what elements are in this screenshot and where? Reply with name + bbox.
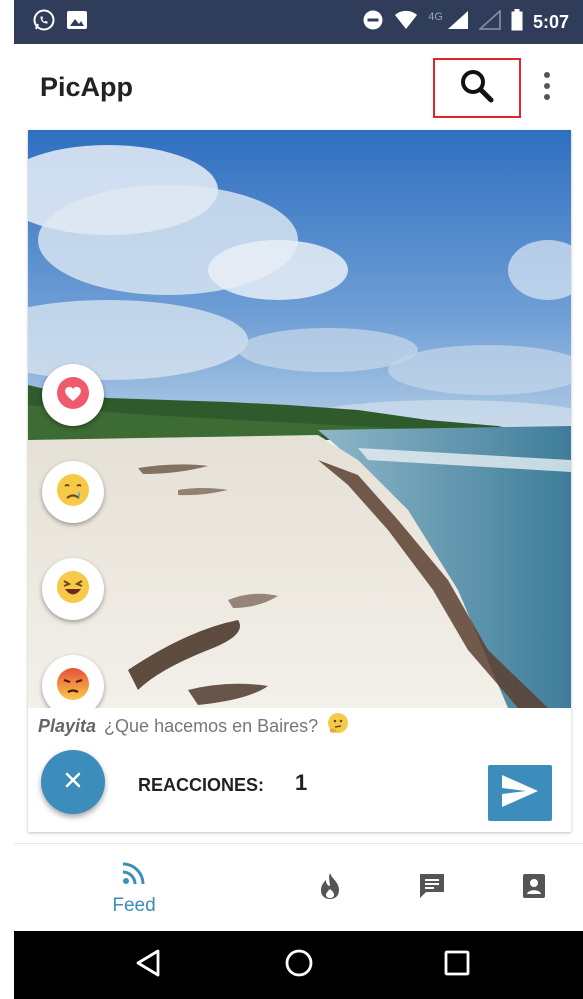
signal-icon [447, 10, 469, 35]
home-button[interactable] [279, 945, 319, 985]
beach-photo [28, 130, 571, 708]
nav-item-trending[interactable] [300, 844, 360, 932]
network-type: 4G [428, 11, 443, 23]
search-button[interactable] [433, 58, 521, 118]
rss-icon [121, 860, 147, 891]
send-icon [500, 773, 540, 814]
recents-icon [443, 949, 471, 982]
thinking-face-icon [326, 712, 350, 741]
dnd-icon [362, 9, 384, 36]
status-time: 5:07 [532, 11, 569, 32]
contact-icon [520, 872, 548, 905]
send-button[interactable] [488, 765, 552, 821]
nav-item-profile[interactable] [504, 844, 564, 932]
heart-icon [55, 375, 91, 416]
whatsapp-icon [32, 8, 56, 37]
post-photo[interactable] [28, 130, 571, 708]
more-vert-icon [542, 69, 552, 108]
post-caption: Playita ¿Que hacemos en Baires? [38, 712, 350, 741]
signal-empty-icon [477, 8, 501, 35]
laughing-reaction[interactable] [42, 558, 104, 620]
crying-reaction[interactable] [42, 461, 104, 523]
heart-reaction[interactable] [42, 364, 104, 426]
chat-icon [418, 872, 446, 905]
gallery-icon [66, 9, 88, 36]
angry-face-icon [54, 665, 92, 708]
wifi-icon [394, 10, 418, 35]
back-icon [134, 948, 162, 983]
close-reactions-button[interactable] [41, 750, 105, 814]
battery-icon [511, 8, 523, 36]
angry-reaction[interactable] [42, 655, 104, 708]
close-icon [64, 771, 82, 794]
reactions-label: REACCIONES: [138, 775, 265, 795]
nav-label-feed: Feed [112, 894, 156, 916]
nav-item-feed[interactable]: Feed [84, 844, 184, 932]
status-indicators: 4G 5:07 [362, 8, 583, 36]
post-text: ¿Que hacemos en Baires? [104, 716, 319, 736]
app-bar: PicApp [14, 44, 583, 130]
status-bar: 4G 5:07 [14, 0, 583, 44]
system-nav-bar [14, 931, 583, 999]
laughing-face-icon [54, 568, 92, 611]
bottom-nav: Feed [14, 843, 583, 932]
nav-item-messages[interactable] [402, 844, 462, 932]
search-icon [457, 66, 497, 111]
reactions-count: 1 [295, 770, 308, 795]
more-options-button[interactable] [532, 68, 562, 108]
recents-button[interactable] [437, 945, 477, 985]
home-icon [284, 948, 314, 983]
flame-icon [317, 871, 343, 906]
crying-face-icon [54, 471, 92, 514]
post-card: Playita ¿Que hacemos en Baires? REACCION… [28, 130, 571, 832]
app-title: PicApp [40, 72, 134, 102]
screen: 4G 5:07 PicApp Playita ¿Que hacemos en B… [0, 0, 583, 999]
post-user: Playita [38, 716, 97, 736]
back-button[interactable] [128, 945, 168, 985]
status-notifications [14, 8, 88, 37]
